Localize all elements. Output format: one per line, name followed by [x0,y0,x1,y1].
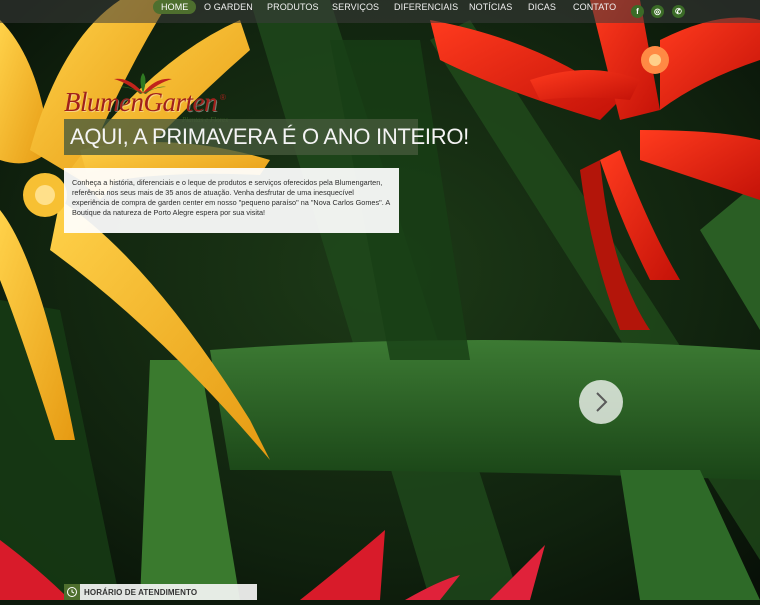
top-navigation-bar: HOME O GARDEN PRODUTOS SERVIÇOS DIFERENC… [0,0,760,23]
instagram-icon: ◎ [654,6,661,16]
nav-item-diferenciais[interactable]: DIFERENCIAIS [394,0,458,14]
nav-item-o-garden[interactable]: O GARDEN [204,0,253,14]
chevron-right-icon [596,392,608,412]
registered-mark: ® [220,93,226,102]
clock-icon [64,584,80,600]
hero-tagline: AQUI, A PRIMAVERA É O ANO INTEIRO! [70,124,469,149]
nav-item-noticias[interactable]: NOTÍCIAS [469,0,512,14]
instagram-link[interactable]: ◎ [651,5,664,18]
nav-item-dicas[interactable]: DICAS [528,0,556,14]
nav-item-produtos[interactable]: PRODUTOS [267,0,319,14]
facebook-link[interactable]: f [631,5,644,18]
facebook-icon: f [636,6,639,16]
slider-next-button[interactable] [579,380,623,424]
whatsapp-icon: ✆ [675,6,682,16]
brand-logo[interactable]: BlumenGarten ® Plantas e Flores [64,73,234,125]
intro-text: Conheça a história, diferenciais e o leq… [72,178,390,217]
nav-item-contato[interactable]: CONTATO [573,0,616,14]
opening-hours-label: HORÁRIO DE ATENDIMENTO [84,588,198,597]
intro-text-box: Conheça a história, diferenciais e o leq… [64,168,399,233]
nav-item-servicos[interactable]: SERVIÇOS [332,0,379,14]
nav-item-home[interactable]: HOME [153,0,197,14]
hero-tagline-box: AQUI, A PRIMAVERA É O ANO INTEIRO! [64,119,469,155]
whatsapp-link[interactable]: ✆ [672,5,685,18]
opening-hours-panel[interactable]: HORÁRIO DE ATENDIMENTO [64,584,257,600]
brand-name: BlumenGarten [64,87,217,117]
